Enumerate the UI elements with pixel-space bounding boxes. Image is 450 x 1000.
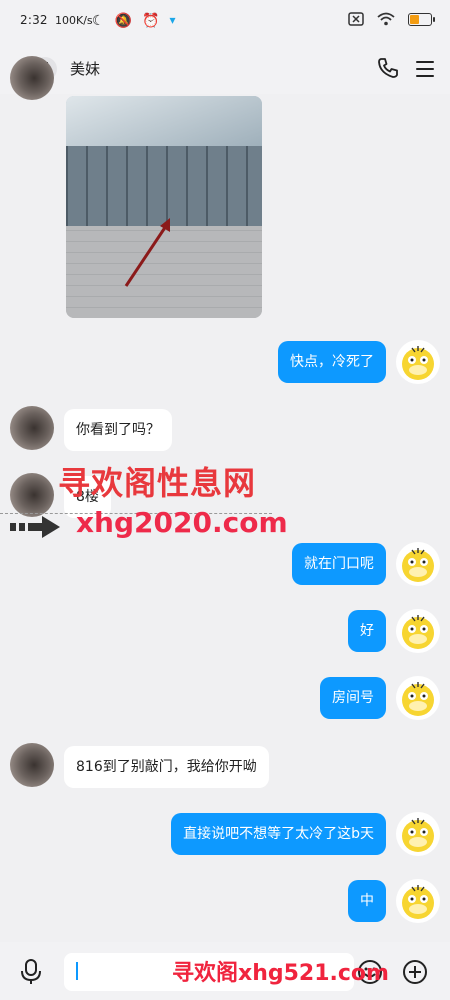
status-icons-right [348,12,435,26]
my-avatar[interactable] [396,609,440,653]
phone-icon[interactable] [376,56,400,80]
my-avatar[interactable] [396,812,440,856]
message-bubble-sent[interactable]: 房间号 [320,677,386,719]
signal-icon: ▾ [169,13,176,27]
message-bubble-sent[interactable]: 中 [348,880,386,922]
my-avatar[interactable] [396,879,440,923]
watermark-url: xhg2020.com [76,506,288,539]
contact-avatar[interactable] [10,743,54,787]
message-bubble-received[interactable]: 你看到了吗？ [64,409,172,451]
input-bar: 寻欢阁xhg521.com [0,942,450,1000]
arrow-annotation [124,218,170,287]
contact-name[interactable]: 美妹 [70,58,100,79]
message-bubble-sent[interactable]: 好 [348,610,386,652]
sim-off-icon [348,12,364,26]
contact-avatar[interactable] [10,406,54,450]
message-image[interactable] [66,96,262,318]
moon-icon: ☾ [92,13,105,29]
watermark-arrow-icon [10,516,60,538]
my-avatar[interactable] [396,542,440,586]
menu-icon[interactable] [416,61,434,82]
message-bubble-sent[interactable]: 快点，冷死了 [278,341,386,383]
wifi-icon [377,12,395,26]
my-avatar[interactable] [396,340,440,384]
plus-icon[interactable] [402,959,428,985]
watermark-bottom: 寻欢阁xhg521.com [172,961,389,986]
chat-header: ‹ 5 美妹 [0,46,450,94]
message-bubble-sent[interactable]: 直接说吧不想等了太冷了这b天 [171,813,386,855]
mute-icon: 🔕 [114,13,132,29]
status-time: 2:32 [20,13,48,27]
my-avatar[interactable] [396,676,440,720]
contact-avatar[interactable] [10,473,54,517]
message-bubble-received[interactable]: 816到了别敲门，我给你开呦 [64,746,269,788]
message-bubble-sent[interactable]: 就在门口呢 [292,543,386,585]
watermark-text: 寻欢阁性息网 [58,464,257,502]
status-bar: 2:32 100K/s ☾ 🔕 ⏰ ▾ [0,0,450,46]
mic-icon[interactable] [20,959,42,985]
battery-icon [408,12,435,26]
network-speed: 100K/s [55,14,93,27]
contact-avatar[interactable] [10,56,54,100]
text-caret [76,962,78,980]
alarm-icon: ⏰ [142,13,160,29]
status-icons-left: ☾ 🔕 ⏰ ▾ [92,13,175,29]
